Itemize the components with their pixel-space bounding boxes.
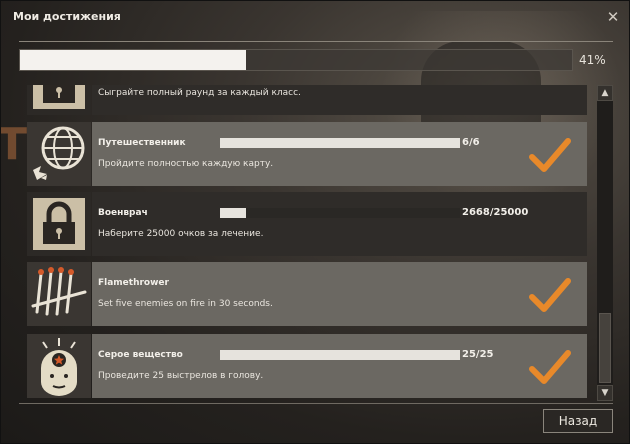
close-icon[interactable]: ✕ xyxy=(605,9,621,25)
scroll-down-button[interactable]: ▼ xyxy=(597,385,613,401)
achievement-description: Set five enemies on fire in 30 seconds. xyxy=(98,299,273,309)
list-scrollbar[interactable]: ▲ ▼ xyxy=(597,85,613,401)
head-star-icon xyxy=(27,334,91,398)
scroll-up-button[interactable]: ▲ xyxy=(597,85,613,101)
achievement-description: Сыграйте полный раунд за каждый класс. xyxy=(98,88,301,98)
overall-progress-label: 41% xyxy=(579,53,606,67)
achievement-row: Серое вещество 25/25 Проведите 25 выстре… xyxy=(19,333,595,399)
matches-icon xyxy=(27,262,91,326)
checkmark-icon xyxy=(529,278,571,312)
achievement-progress-bar xyxy=(220,350,460,360)
header-divider xyxy=(19,41,613,42)
lock-icon xyxy=(27,85,91,115)
achievement-card: Flamethrower Set five enemies on fire in… xyxy=(92,262,587,326)
back-button[interactable]: Назад xyxy=(543,409,613,433)
globe-icon xyxy=(27,122,91,186)
achievement-progress-bar xyxy=(220,138,460,148)
achievement-progress-bar xyxy=(220,208,460,218)
achievement-progress-fill xyxy=(220,208,246,218)
achievement-name: Военврач xyxy=(98,208,148,218)
achievement-description: Пройдите полностью каждую карту. xyxy=(98,159,274,169)
achievement-list[interactable]: Сыграйте полный раунд за каждый класс. П… xyxy=(19,85,595,401)
achievement-name: Серое вещество xyxy=(98,350,183,360)
achievement-progress-count: 2668/25000 xyxy=(462,207,529,218)
achievement-name: Путешественник xyxy=(98,138,186,148)
achievement-progress-count: 6/6 xyxy=(462,137,480,148)
achievement-card: Путешественник 6/6 Пройдите полностью ка… xyxy=(92,122,587,186)
achievement-progress-fill xyxy=(220,138,460,148)
achievement-row: Сыграйте полный раунд за каждый класс. xyxy=(19,85,595,116)
achievement-card: Военврач 2668/25000 Наберите 25000 очков… xyxy=(92,192,587,256)
achievement-description: Проведите 25 выстрелов в голову. xyxy=(98,371,264,381)
overall-progress-fill xyxy=(20,50,247,70)
checkmark-icon xyxy=(529,138,571,172)
achievement-name: Flamethrower xyxy=(98,278,169,288)
lock-icon xyxy=(27,192,91,256)
achievement-row: Путешественник 6/6 Пройдите полностью ка… xyxy=(19,121,595,187)
scroll-thumb[interactable] xyxy=(599,313,611,383)
achievement-row: Flamethrower Set five enemies on fire in… xyxy=(19,261,595,327)
achievement-card: Серое вещество 25/25 Проведите 25 выстре… xyxy=(92,334,587,398)
achievement-progress-count: 25/25 xyxy=(462,349,494,360)
achievement-card: Сыграйте полный раунд за каждый класс. xyxy=(92,85,587,115)
achievement-description: Наберите 25000 очков за лечение. xyxy=(98,229,264,239)
checkmark-icon xyxy=(529,350,571,384)
achievement-progress-fill xyxy=(220,350,460,360)
achievements-window: TF2 Мои достижения ✕ 41% Сыграйте полный… xyxy=(0,0,630,444)
footer-divider xyxy=(19,403,613,404)
achievement-row: Военврач 2668/25000 Наберите 25000 очков… xyxy=(19,191,595,257)
window-title: Мои достижения xyxy=(13,10,121,23)
overall-progress-bar xyxy=(19,49,573,71)
